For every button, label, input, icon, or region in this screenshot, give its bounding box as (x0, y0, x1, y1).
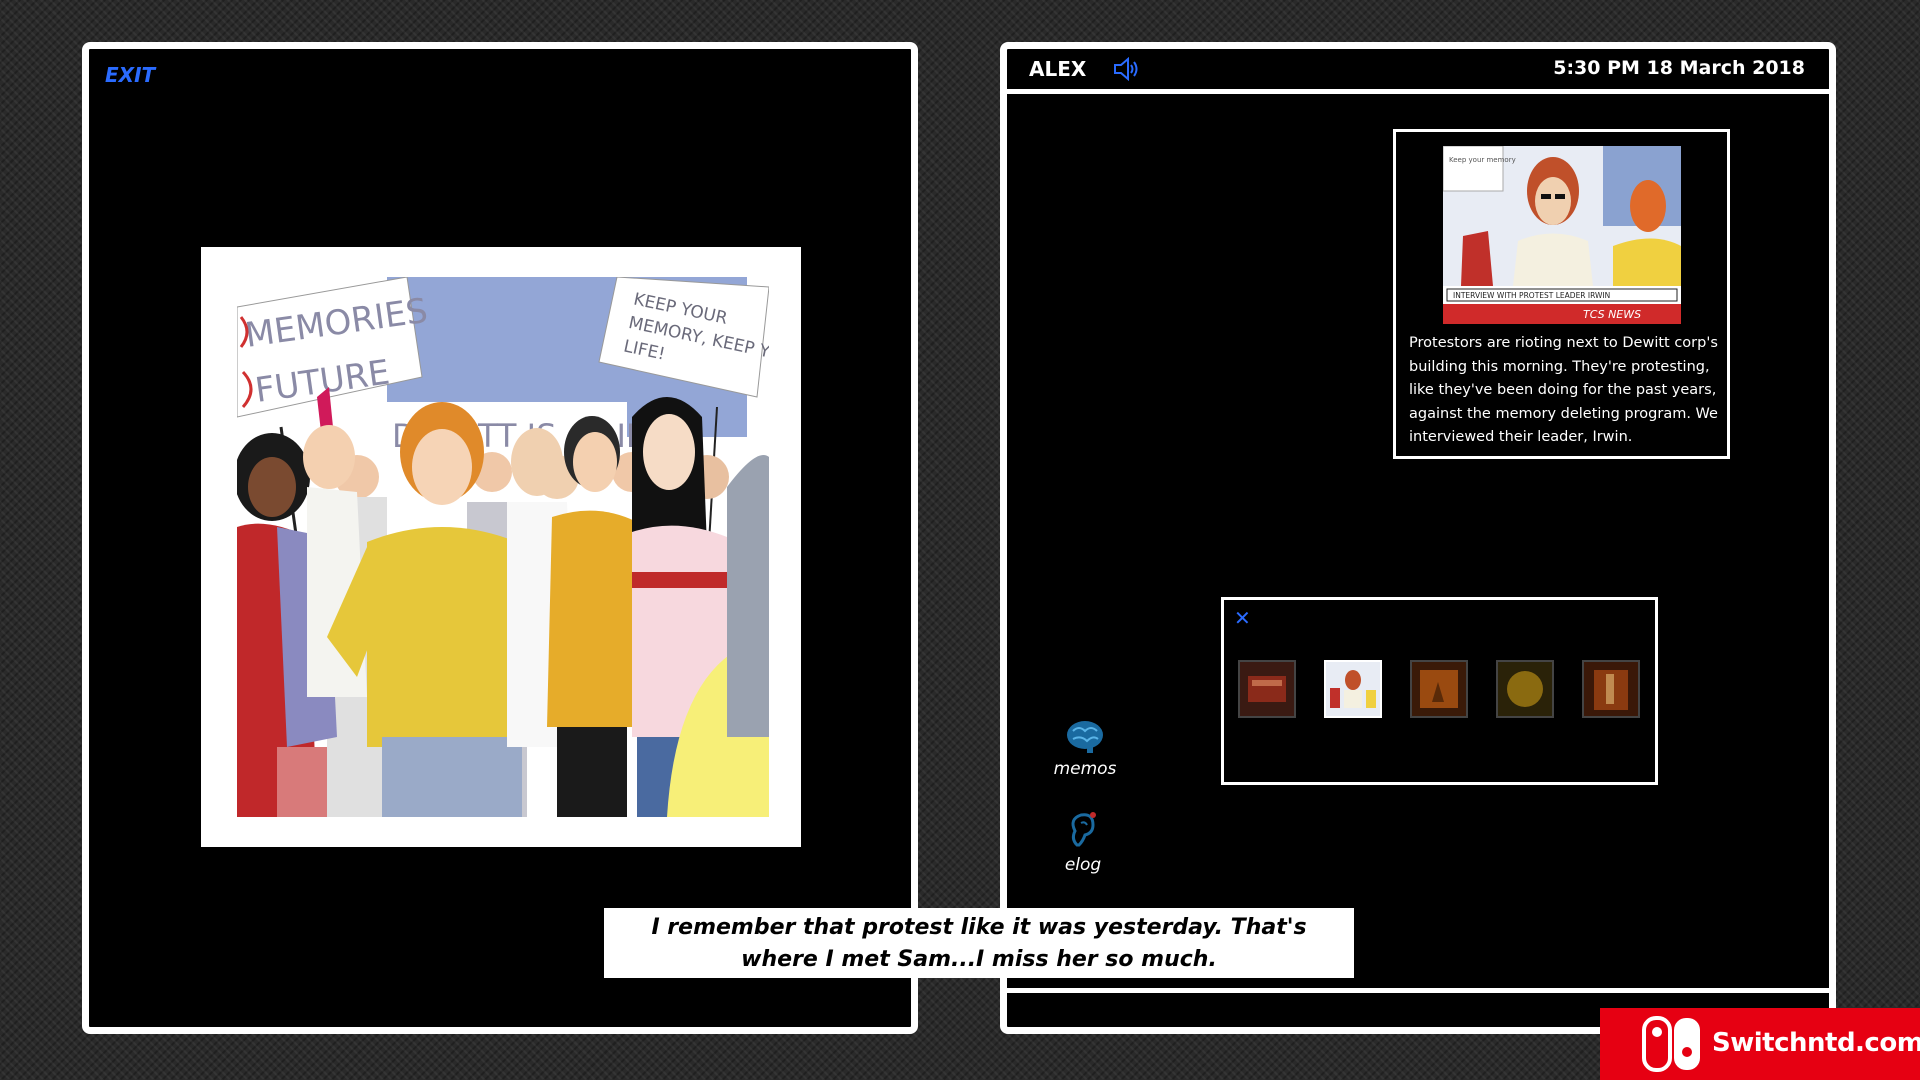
dialogue-subtitle: I remember that protest like it was yest… (604, 908, 1354, 978)
brain-icon (1067, 721, 1103, 753)
watermark-badge: Switchntd.com (1600, 1008, 1920, 1080)
bottle-thumbnail[interactable] (1582, 660, 1640, 718)
elog-button[interactable]: elog (1043, 809, 1123, 875)
memory-viewer-panel: EXIT MEMORIES FUTURE KEEP YOURMEMORY, KE… (82, 42, 918, 1034)
evidence-tray: ✕ (1221, 597, 1658, 785)
news-article-text: Protestors are rioting next to Dewitt co… (1409, 335, 1718, 445)
elog-label: elog (1064, 855, 1102, 875)
news-photo: Keep your memory INTERVIEW WITH PROTEST … (1443, 146, 1681, 324)
character-name: ALEX (1029, 57, 1087, 81)
news-sign-text: Keep your memory (1449, 156, 1516, 164)
news-banner-text: INTERVIEW WITH PROTEST LEADER IRWIN (1453, 291, 1610, 300)
datetime-label: 5:30 PM 18 March 2018 (1553, 57, 1805, 79)
memos-label: memos (1053, 759, 1117, 779)
news-article-card: Keep your memory INTERVIEW WITH PROTEST … (1393, 129, 1730, 459)
newspaper-thumbnail[interactable] (1238, 660, 1296, 718)
orange-thumbnail[interactable] (1410, 660, 1468, 718)
status-bar: ALEX 5:30 PM 18 March 2018 (1007, 49, 1829, 94)
nintendo-switch-logo (1642, 1016, 1700, 1072)
protest-photo: MEMORIES FUTURE KEEP YOURMEMORY, KEEP YO… (237, 277, 769, 817)
phone-panel: ALEX 5:30 PM 18 March 2018 Keep your mem… (1000, 42, 1836, 1034)
memory-photo-frame: MEMORIES FUTURE KEEP YOURMEMORY, KEEP YO… (201, 247, 801, 847)
close-icon[interactable]: ✕ (1234, 606, 1251, 630)
ear-icon (1071, 812, 1096, 847)
watermark-text: Switchntd.com (1712, 1028, 1920, 1058)
protest-thumbnail[interactable] (1324, 660, 1382, 718)
memos-button[interactable]: memos (1045, 717, 1125, 779)
bottom-divider (1007, 988, 1829, 993)
exit-button[interactable]: EXIT (105, 63, 155, 87)
speaker-icon[interactable] (1113, 56, 1143, 82)
yellow-thumbnail[interactable] (1496, 660, 1554, 718)
news-channel-text: TCS NEWS (1583, 308, 1641, 321)
